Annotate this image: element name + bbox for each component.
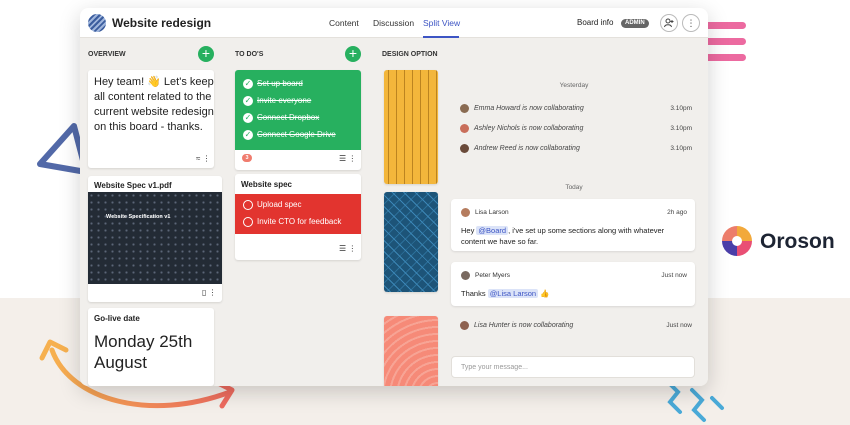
pdf-cover-text: Website Specification v1 — [106, 214, 171, 220]
todo-item[interactable]: ✓ Invite everyone — [243, 96, 311, 106]
top-bar: Website redesign Content Discussion Spli… — [80, 8, 708, 38]
avatar — [460, 104, 469, 113]
column-header-overview: OVERVIEW — [88, 51, 126, 58]
list-icon: ☰ — [339, 154, 347, 163]
board-logo-icon — [88, 14, 106, 32]
checked-icon: ✓ — [243, 79, 253, 89]
golive-card[interactable]: Go-live date Monday 25th August — [88, 308, 214, 386]
design-image-yellow[interactable] — [384, 70, 438, 184]
note-footer: ≈ ⋮ — [196, 154, 211, 163]
plus-icon: + — [348, 45, 358, 61]
chat-pane: Yesterday Emma Howard is now collaborati… — [440, 38, 708, 386]
avatar — [460, 124, 469, 133]
todo-footer: ☰ ⋮ — [339, 154, 356, 163]
unchecked-icon — [243, 200, 253, 210]
decor-zigzag — [666, 380, 724, 422]
todo-list-green: ✓ Set up board ✓ Invite everyone ✓ Connect … — [235, 70, 361, 150]
column-header-todos: TO DO'S — [235, 51, 264, 58]
plus-icon: + — [201, 45, 211, 61]
todo-item[interactable]: ✓ Connect Google Drive — [243, 130, 336, 140]
todo-item[interactable]: ✓ Connect Dropbox — [243, 113, 319, 123]
pdf-footer: ▯ ⋮ — [202, 288, 217, 297]
message-input[interactable]: Type your message... — [451, 356, 695, 378]
tab-discussion[interactable]: Discussion — [373, 18, 414, 28]
unchecked-icon — [243, 217, 253, 227]
avatar — [460, 321, 469, 330]
note-card[interactable]: Hey team! 👋 Let's keep all content relat… — [88, 70, 214, 168]
chat-message: Peter Myers Just now Thanks @Lisa Larson… — [451, 262, 695, 306]
wave-icon: ≈ — [196, 154, 201, 163]
avatar — [461, 208, 470, 217]
spec-footer: ☰ ⋮ — [339, 244, 356, 253]
checked-icon: ✓ — [243, 113, 253, 123]
message-time: 2h ago — [667, 209, 687, 216]
more-vertical-icon[interactable]: ⋮ — [209, 288, 217, 297]
add-user-icon — [664, 18, 674, 28]
day-label-yesterday: Yesterday — [559, 82, 589, 89]
todo-item[interactable]: ✓ Set up board — [243, 79, 303, 89]
more-options-button[interactable]: ⋮ — [682, 14, 700, 32]
message-body: Thanks @Lisa Larson 👍 — [461, 289, 550, 298]
tab-content[interactable]: Content — [329, 18, 359, 28]
todo-item[interactable]: Upload spec — [243, 200, 301, 210]
chat-message: Lisa Larson 2h ago Hey @Board, i've set … — [451, 199, 695, 251]
add-overview-card-button[interactable]: + — [198, 46, 214, 62]
website-spec-title: Website spec — [241, 180, 292, 189]
add-todo-card-button[interactable]: + — [345, 46, 361, 62]
avatar — [461, 271, 470, 280]
decor-stripe — [704, 54, 746, 61]
day-label-today: Today — [565, 184, 583, 191]
golive-date: Monday 25th August — [94, 332, 193, 372]
avatar — [460, 144, 469, 153]
list-icon: ☰ — [339, 244, 347, 253]
todo-list-card[interactable]: ✓ Set up board ✓ Invite everyone ✓ Connect … — [235, 70, 361, 170]
more-vertical-icon[interactable]: ⋮ — [348, 154, 356, 163]
mention-link[interactable]: @Lisa Larson — [487, 289, 539, 298]
brand-name: Oroson — [760, 230, 835, 253]
website-spec-card[interactable]: Website spec Upload spec Invite CTO for … — [235, 174, 361, 260]
checked-icon: ✓ — [243, 96, 253, 106]
mention-link[interactable]: @Board — [476, 226, 509, 235]
todo-item[interactable]: Invite CTO for feedback — [243, 217, 341, 227]
oroson-logo-icon — [722, 226, 752, 256]
decor-stripe — [704, 22, 746, 29]
checked-icon: ✓ — [243, 130, 253, 140]
document-icon: ▯ — [202, 288, 207, 297]
pdf-title: Website Spec v1.pdf — [94, 181, 172, 190]
more-vertical-icon[interactable]: ⋮ — [348, 244, 356, 253]
board-title: Website redesign — [112, 16, 212, 30]
more-vertical-icon: ⋮ — [686, 17, 696, 28]
message-time: Just now — [661, 272, 687, 279]
note-text: Hey team! 👋 Let's keep all content relat… — [94, 76, 214, 133]
brand-logo: Oroson — [720, 224, 850, 260]
pdf-card[interactable]: Website Spec v1.pdf Website Specificatio… — [88, 176, 222, 302]
tab-split-view[interactable]: Split View — [423, 18, 460, 28]
add-user-button[interactable] — [660, 14, 678, 32]
admin-badge: ADMIN — [621, 19, 649, 28]
board-info-link[interactable]: Board info — [577, 18, 613, 27]
decor-stripe — [704, 38, 746, 45]
pdf-preview: Website Specification v1 — [88, 192, 222, 284]
message-author: Peter Myers — [475, 272, 511, 279]
app-window: Website redesign Content Discussion Spli… — [80, 8, 708, 386]
todo-list-red: Upload spec Invite CTO for feedback — [235, 194, 361, 234]
design-image-coral[interactable] — [384, 316, 438, 386]
comment-count-badge: 3 — [242, 154, 252, 162]
message-body: Hey @Board, i've set up some sections al… — [461, 226, 665, 246]
golive-title: Go-live date — [94, 314, 140, 323]
message-author: Lisa Larson — [475, 209, 509, 216]
column-header-design: DESIGN OPTION — [382, 51, 438, 58]
more-vertical-icon[interactable]: ⋮ — [203, 154, 211, 163]
design-image-blue[interactable] — [384, 192, 438, 292]
